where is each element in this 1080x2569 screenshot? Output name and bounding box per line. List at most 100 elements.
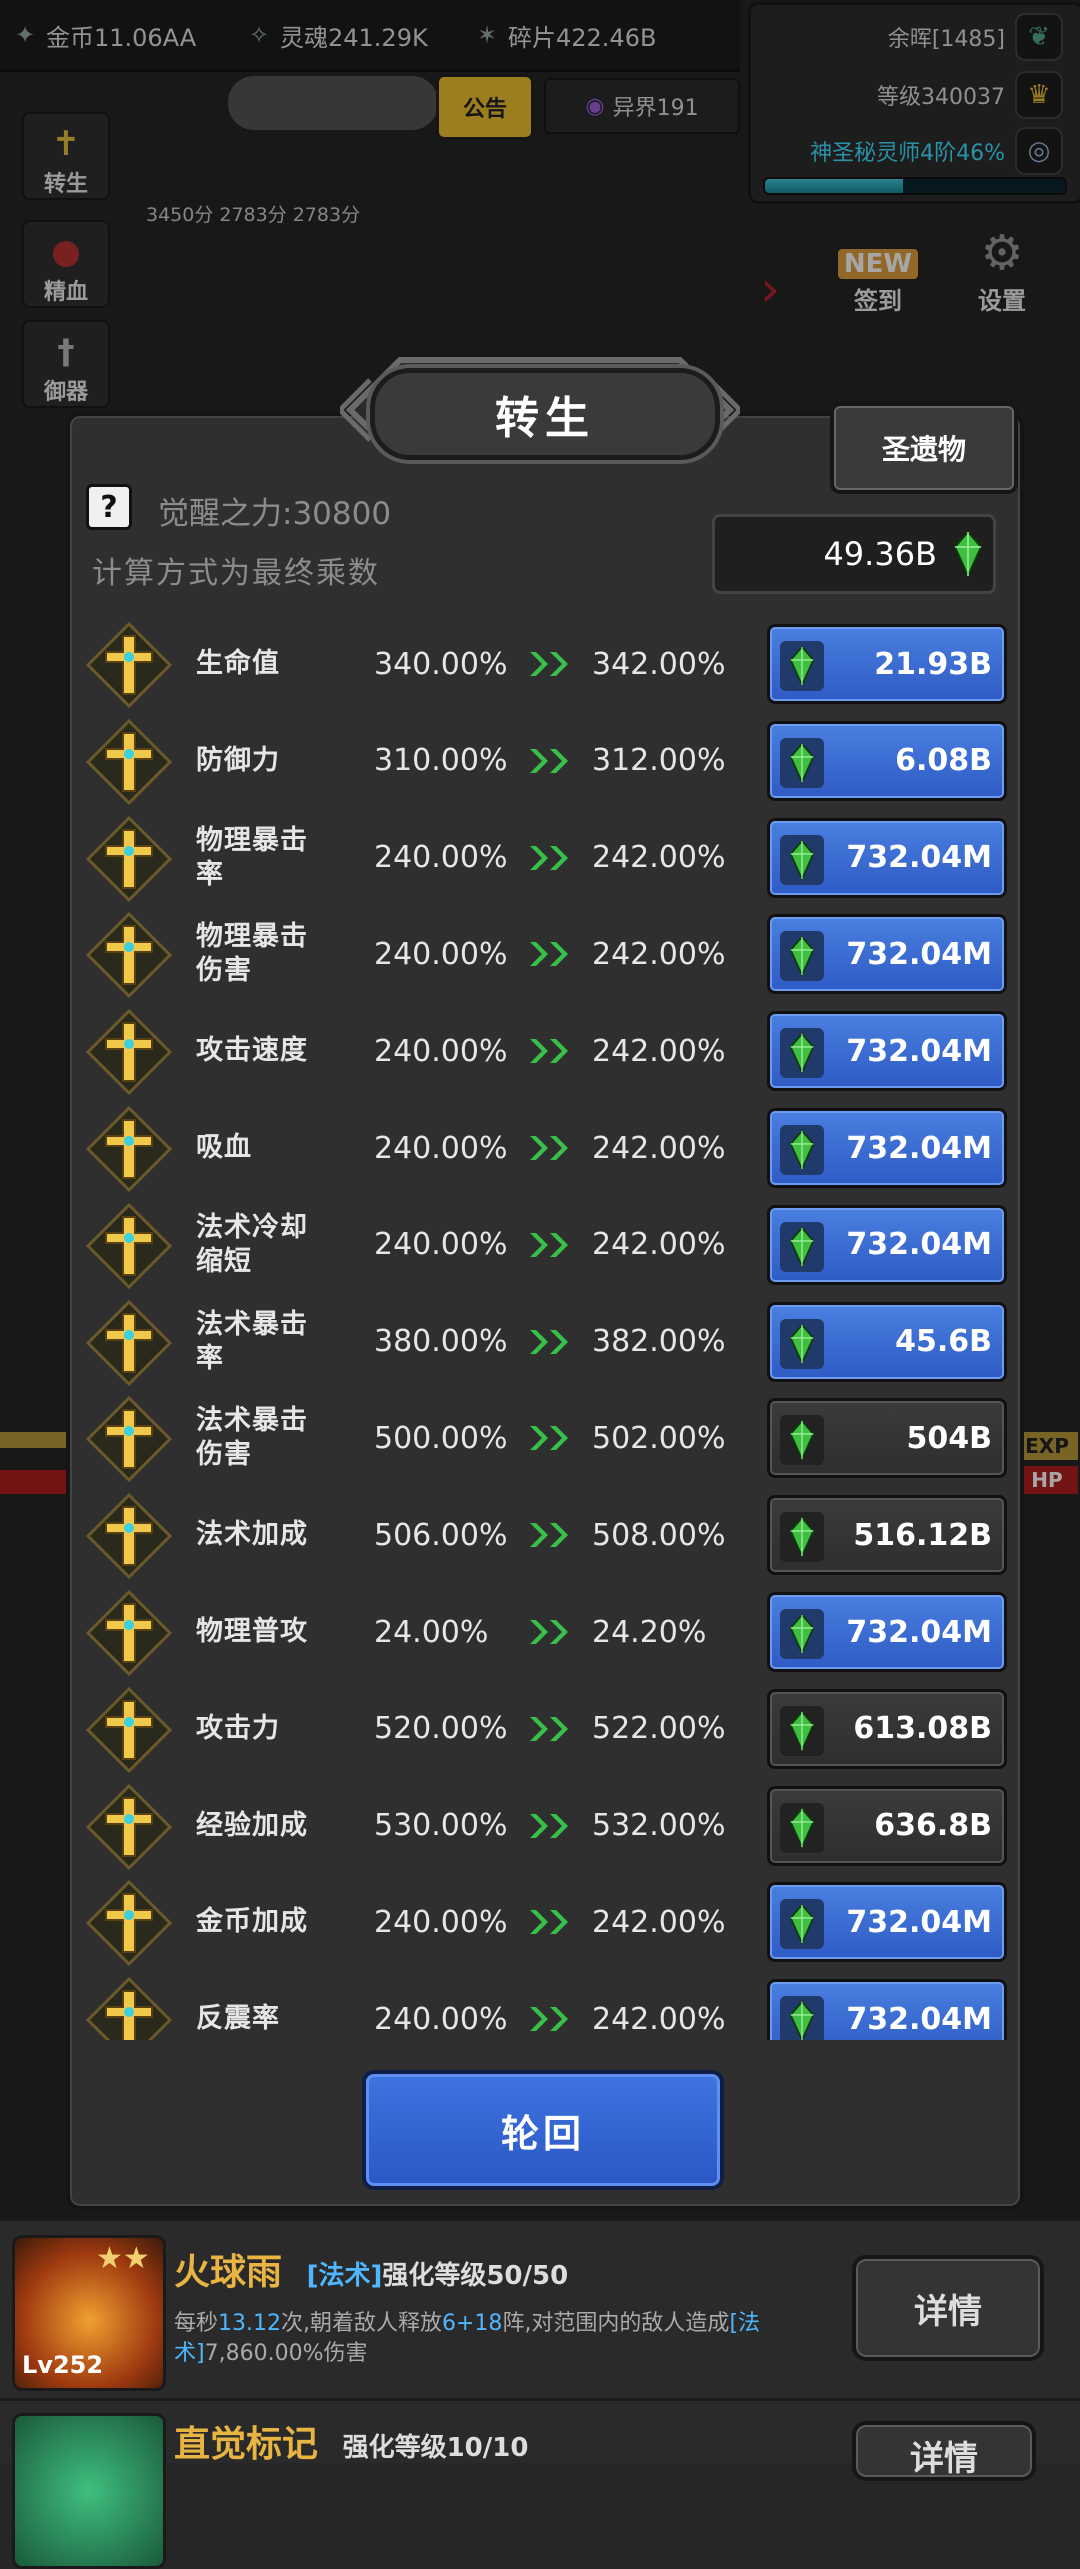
stat-name: 物理普攻 bbox=[196, 1616, 308, 1647]
cross-icon bbox=[85, 1783, 173, 1870]
upgrade-cost-button[interactable]: 732.04M bbox=[767, 1979, 1007, 2040]
intuition-skill-icon bbox=[12, 2413, 166, 2569]
stat-name: 反震率 bbox=[196, 2003, 280, 2035]
green-crystal-icon bbox=[780, 641, 824, 691]
green-crystal-icon bbox=[780, 834, 824, 885]
skill-detail-button[interactable]: 详情 bbox=[852, 2421, 1036, 2481]
stat-next: 242.00% bbox=[592, 936, 726, 972]
stat-current: 240.00% bbox=[374, 840, 508, 876]
upgrade-row: 法术暴击伤害 500.00% 502.00% 504B bbox=[70, 1390, 1014, 1486]
double-arrow-icon bbox=[528, 1519, 580, 1551]
upgrade-cost-button[interactable]: 636.8B bbox=[767, 1785, 1007, 1866]
upgrade-cost-button[interactable]: 732.04M bbox=[767, 914, 1007, 995]
upgrade-cost-button[interactable]: 732.04M bbox=[767, 1011, 1007, 1092]
upgrade-cost-button[interactable]: 732.04M bbox=[767, 817, 1007, 898]
dialog-title: 转生 bbox=[370, 368, 720, 460]
crystal-balance: 49.36B bbox=[712, 514, 996, 594]
double-arrow-icon bbox=[528, 842, 580, 874]
upgrade-cost-button[interactable]: 516.12B bbox=[767, 1495, 1007, 1576]
stat-current: 380.00% bbox=[374, 1324, 508, 1360]
cross-icon bbox=[85, 1202, 173, 1289]
stat-current: 240.00% bbox=[374, 1130, 508, 1166]
cross-icon bbox=[85, 1686, 173, 1773]
double-arrow-icon bbox=[528, 1035, 580, 1067]
green-crystal-icon bbox=[780, 1802, 824, 1853]
skill-level: Lv252 bbox=[22, 2351, 104, 2379]
relic-button[interactable]: 圣遗物 bbox=[830, 402, 1018, 494]
stat-next: 242.00% bbox=[592, 1227, 726, 1263]
upgrade-cost-button[interactable]: 21.93B bbox=[767, 624, 1007, 704]
green-crystal-icon bbox=[780, 737, 824, 788]
cross-icon bbox=[85, 718, 173, 805]
upgrade-cost-button[interactable]: 732.04M bbox=[767, 1882, 1007, 1963]
stat-name: 法术暴击率 bbox=[196, 1308, 308, 1374]
upgrade-row: 法术暴击率 380.00% 382.00% 45.6B bbox=[70, 1294, 1014, 1390]
upgrade-cost-button[interactable]: 613.08B bbox=[767, 1688, 1007, 1769]
upgrade-row: 法术加成 506.00% 508.00% 516.12B bbox=[70, 1487, 1014, 1583]
double-arrow-icon bbox=[528, 1229, 580, 1261]
double-arrow-icon bbox=[528, 1906, 580, 1938]
stat-name: 物理暴击率 bbox=[196, 824, 308, 890]
stat-current: 240.00% bbox=[374, 936, 508, 972]
cross-icon bbox=[85, 1977, 173, 2040]
rebirth-button[interactable]: 轮回 bbox=[362, 2070, 724, 2190]
double-arrow-icon bbox=[528, 1422, 580, 1454]
upgrade-row: 金币加成 240.00% 242.00% 732.04M bbox=[70, 1874, 1014, 1970]
stat-name: 吸血 bbox=[196, 1132, 252, 1163]
stat-next: 242.00% bbox=[592, 2001, 726, 2037]
stat-name: 金币加成 bbox=[196, 1906, 308, 1938]
green-crystal-icon bbox=[780, 1705, 824, 1756]
cross-icon bbox=[85, 1396, 173, 1483]
cross-icon bbox=[85, 621, 173, 709]
stat-name: 法术冷却缩短 bbox=[196, 1211, 308, 1277]
upgrade-row: 经验加成 530.00% 532.00% 636.8B bbox=[70, 1778, 1014, 1874]
upgrade-row: 法术冷却缩短 240.00% 242.00% 732.04M bbox=[70, 1197, 1014, 1293]
double-arrow-icon bbox=[528, 745, 580, 777]
upgrade-cost-button[interactable]: 732.04M bbox=[767, 1592, 1007, 1672]
cross-icon bbox=[85, 1299, 173, 1386]
stat-current: 240.00% bbox=[374, 1904, 508, 1940]
upgrade-list[interactable]: 生命值 340.00% 342.00% 21.93B 防御力 310.00% 312.00%… bbox=[70, 616, 1014, 2040]
green-crystal-icon bbox=[780, 1028, 824, 1079]
stat-current: 240.00% bbox=[374, 2001, 508, 2037]
double-arrow-icon bbox=[528, 2003, 580, 2035]
help-icon[interactable]: ? bbox=[86, 484, 132, 530]
upgrade-cost-button[interactable]: 732.04M bbox=[767, 1108, 1007, 1188]
skill-detail-button[interactable]: 详情 bbox=[852, 2255, 1044, 2361]
green-crystal-icon bbox=[780, 1996, 824, 2040]
upgrade-row: 防御力 310.00% 312.00% 6.08B bbox=[70, 713, 1014, 809]
star-icon: ★★ bbox=[96, 2241, 150, 2276]
upgrade-cost-button[interactable]: 504B bbox=[767, 1398, 1007, 1479]
double-arrow-icon bbox=[528, 1616, 580, 1648]
double-arrow-icon bbox=[528, 1132, 580, 1164]
upgrade-row: 物理普攻 24.00% 24.20% 732.04M bbox=[70, 1584, 1014, 1680]
stat-name: 物理暴击伤害 bbox=[196, 921, 308, 987]
stat-name: 防御力 bbox=[196, 744, 280, 776]
stat-current: 530.00% bbox=[374, 1808, 508, 1844]
stat-name: 法术加成 bbox=[196, 1519, 308, 1551]
stat-next: 242.00% bbox=[592, 840, 726, 876]
cross-icon bbox=[85, 912, 173, 999]
double-arrow-icon bbox=[528, 648, 580, 680]
stat-next: 312.00% bbox=[592, 743, 726, 779]
upgrade-row: 吸血 240.00% 242.00% 732.04M bbox=[70, 1100, 1014, 1196]
upgrade-cost-button[interactable]: 45.6B bbox=[767, 1301, 1007, 1382]
stat-next: 24.20% bbox=[592, 1614, 707, 1650]
stat-name: 经验加成 bbox=[196, 1809, 308, 1841]
stat-current: 520.00% bbox=[374, 1711, 508, 1747]
stat-next: 382.00% bbox=[592, 1324, 726, 1360]
double-arrow-icon bbox=[528, 1326, 580, 1358]
stat-next: 242.00% bbox=[592, 1904, 726, 1940]
upgrade-cost-button[interactable]: 732.04M bbox=[767, 1204, 1007, 1285]
stat-current: 340.00% bbox=[374, 646, 508, 682]
cross-icon bbox=[85, 1493, 173, 1580]
green-crystal-icon bbox=[780, 1221, 824, 1272]
stat-name: 攻击力 bbox=[196, 1712, 280, 1744]
skill-card-intuition: 直觉标记 强化等级10/10 详情 bbox=[0, 2398, 1080, 2569]
upgrade-row: 攻击速度 240.00% 242.00% 732.04M bbox=[70, 1003, 1014, 1099]
green-crystal-icon bbox=[780, 1609, 824, 1659]
stat-current: 24.00% bbox=[374, 1614, 489, 1650]
stat-name: 生命值 bbox=[196, 648, 280, 679]
upgrade-cost-button[interactable]: 6.08B bbox=[767, 720, 1007, 801]
stat-next: 242.00% bbox=[592, 1033, 726, 1069]
